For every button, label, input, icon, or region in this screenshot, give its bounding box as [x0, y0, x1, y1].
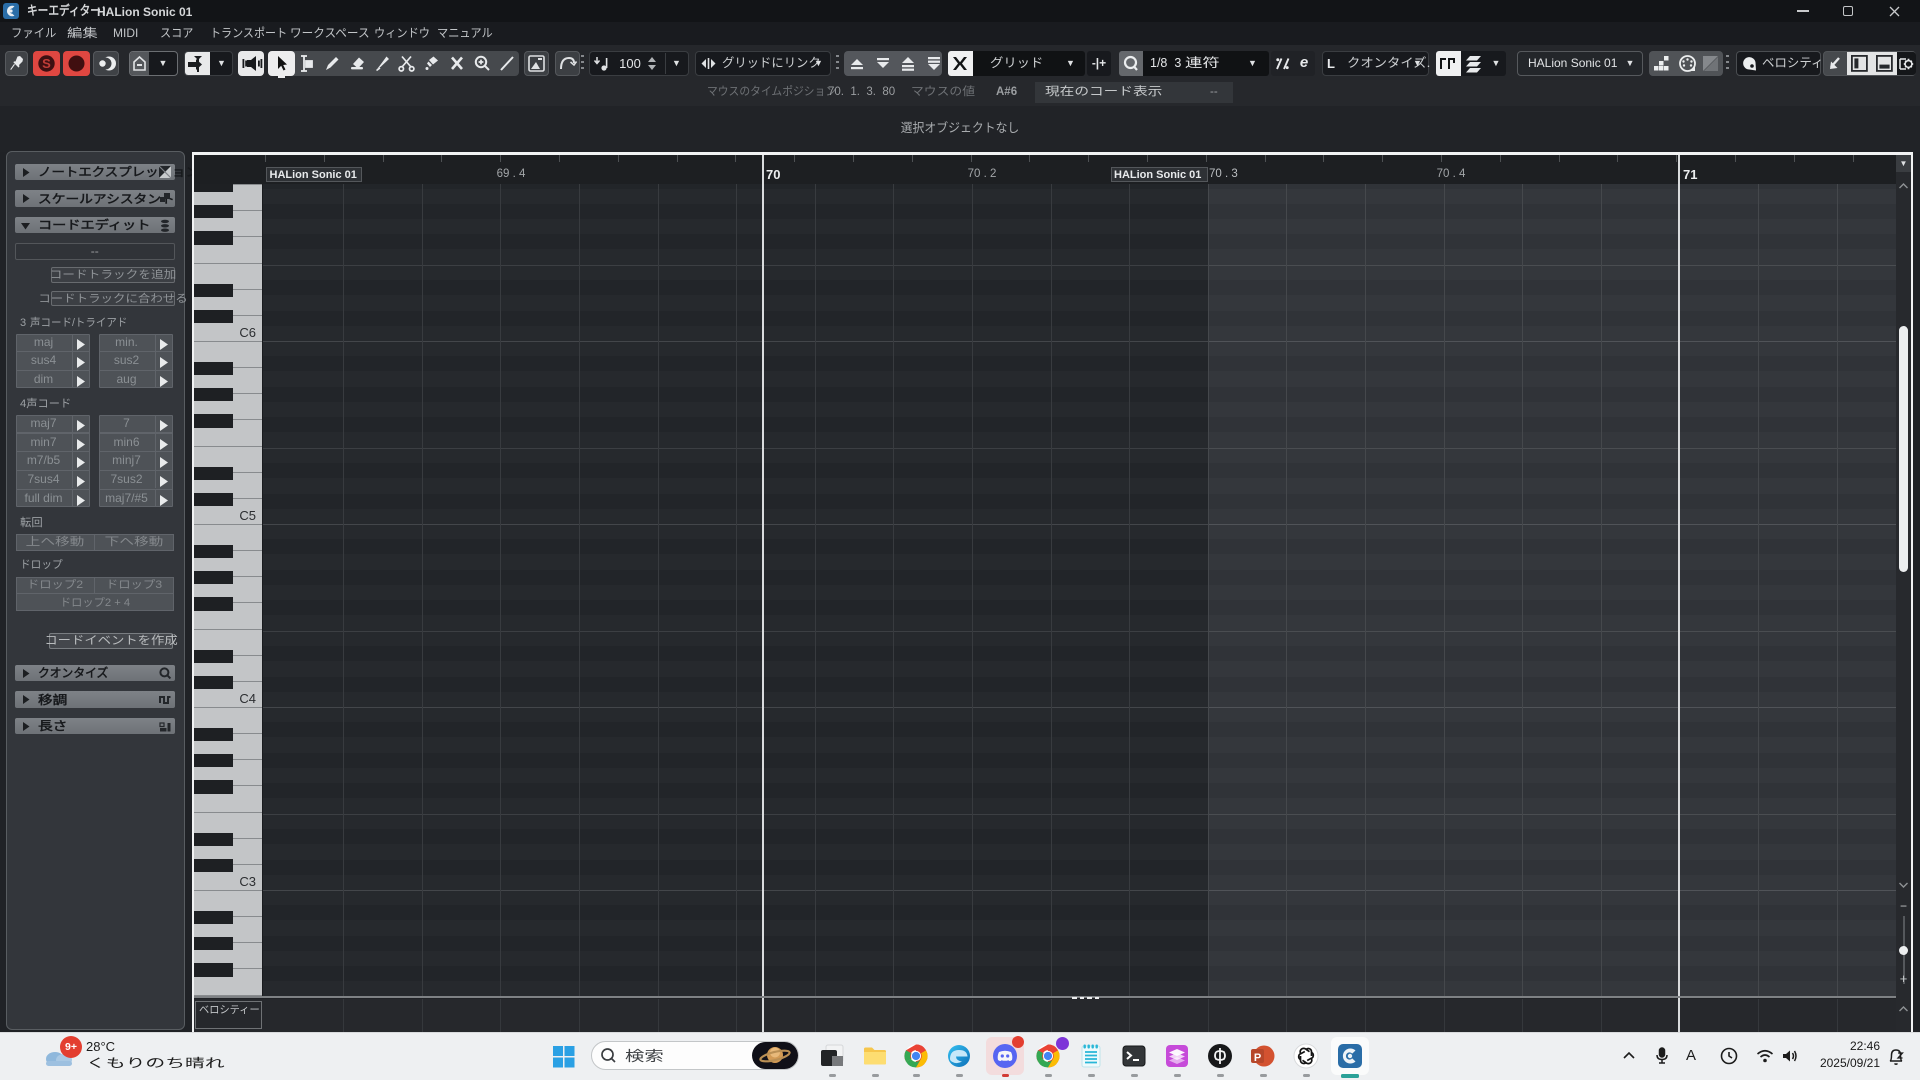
svg-text:S: S — [42, 56, 51, 71]
svg-text:P: P — [1254, 1052, 1261, 1064]
